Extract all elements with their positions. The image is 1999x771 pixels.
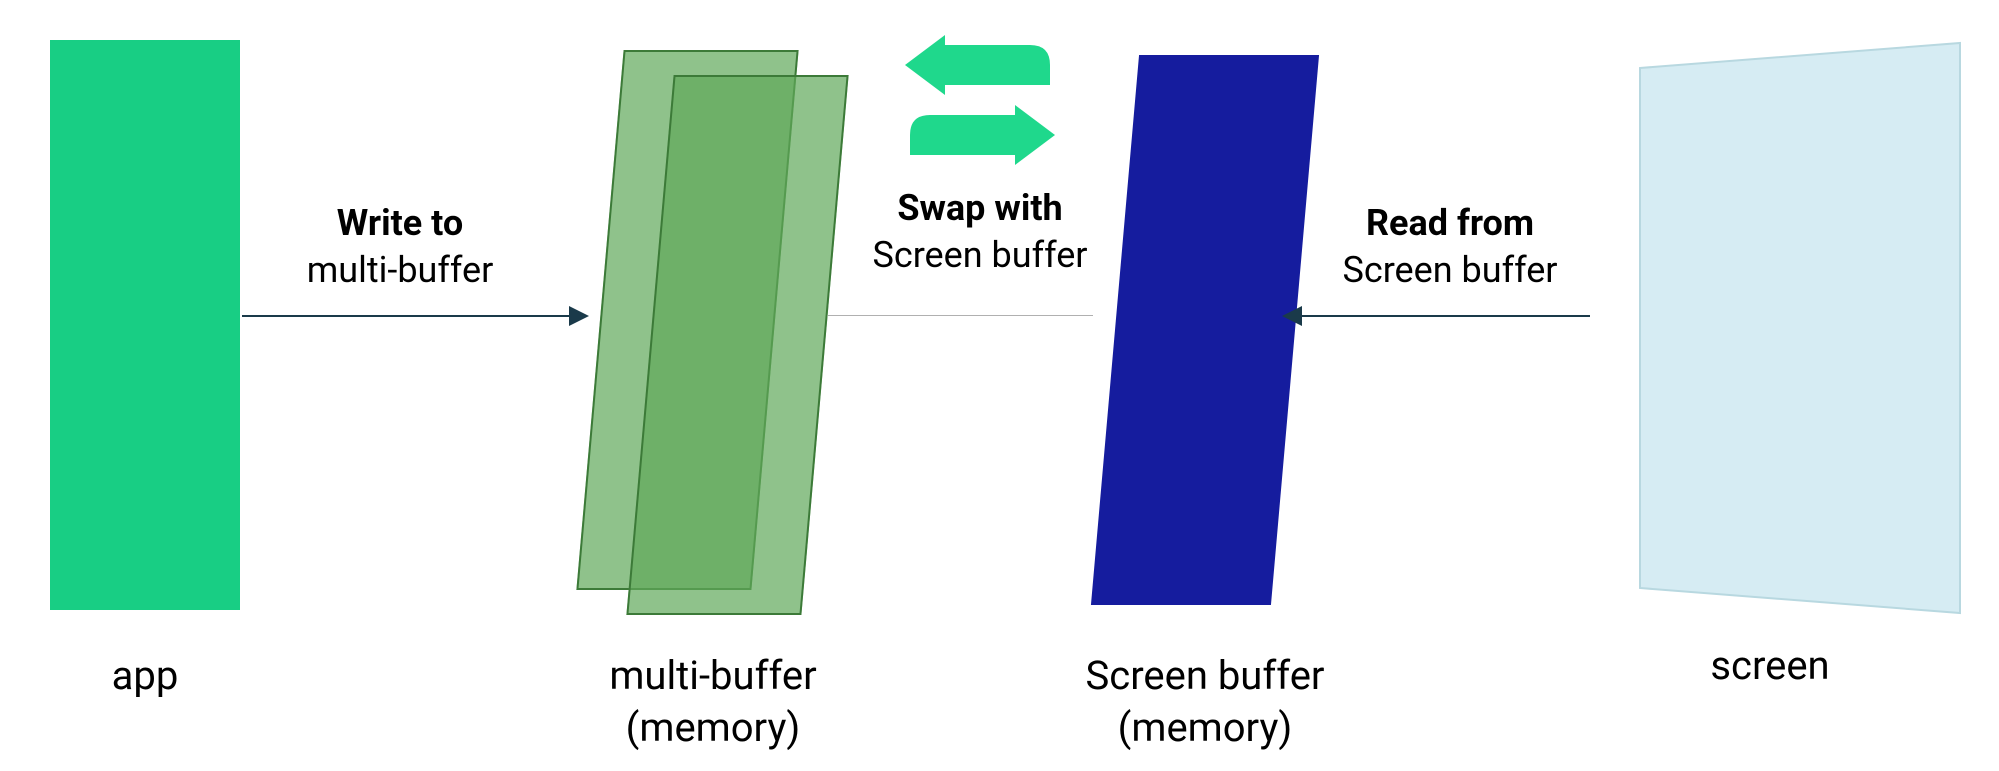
buffer-swap-diagram: Write to multi-buffer Swap with Screen b… <box>0 0 1999 771</box>
read-label-target: Screen buffer <box>1342 249 1557 291</box>
read-arrow <box>1300 315 1590 317</box>
screen-caption: screen <box>1620 640 1920 692</box>
app-node <box>50 40 240 610</box>
swap-icon <box>890 35 1070 165</box>
screen-buffer-caption-line2: (memory) <box>1118 704 1293 751</box>
multi-buffer-caption: multi-buffer (memory) <box>593 650 833 754</box>
write-label-action: Write to <box>337 202 463 244</box>
multi-buffer-caption-line2: (memory) <box>626 704 801 751</box>
swap-connector <box>828 315 1093 316</box>
swap-label: Swap with Screen buffer <box>840 185 1120 279</box>
screen-buffer-node <box>1091 55 1319 605</box>
multi-buffer-caption-line1: multi-buffer <box>609 652 816 699</box>
write-label-target: multi-buffer <box>307 249 494 291</box>
screen-buffer-caption: Screen buffer (memory) <box>1060 650 1350 754</box>
read-label-action: Read from <box>1366 202 1534 244</box>
read-label: Read from Screen buffer <box>1310 200 1590 294</box>
write-arrow <box>242 315 587 317</box>
write-label: Write to multi-buffer <box>270 200 530 294</box>
screen-node <box>1590 38 1970 618</box>
swap-label-action: Swap with <box>897 187 1062 229</box>
app-caption: app <box>50 650 240 702</box>
screen-buffer-caption-line1: Screen buffer <box>1086 652 1325 699</box>
swap-label-target: Screen buffer <box>872 234 1087 276</box>
